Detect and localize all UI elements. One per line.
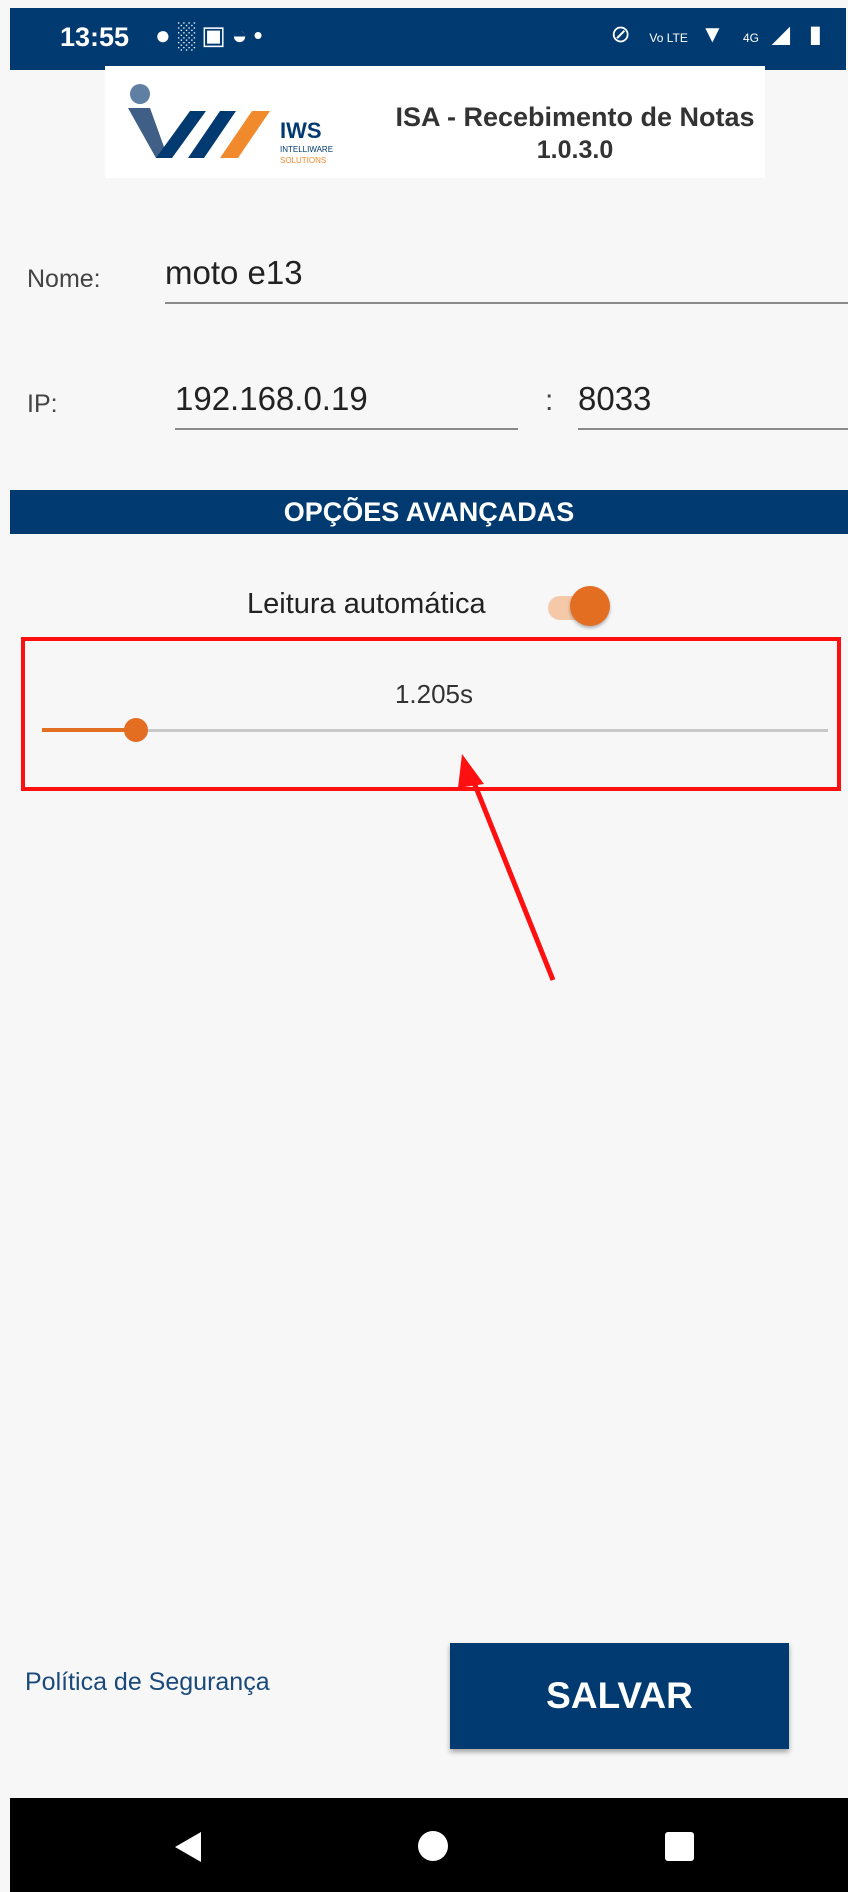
navigation-bar: [10, 1798, 848, 1892]
status-bar: 13:55 ●░▣◒• ⊘ Vo LTE ▼ 4G ◢ ▮: [10, 8, 846, 70]
port-field[interactable]: 8033: [578, 380, 848, 430]
dot-icon: •: [253, 20, 269, 50]
logo-text: IWS: [280, 118, 322, 143]
slider-value: 1.205s: [394, 679, 474, 709]
volte-icon: Vo LTE: [649, 31, 688, 45]
auto-read-label: Leitura automática: [247, 588, 486, 620]
app-version: 1.0.3.0: [536, 136, 614, 164]
name-field[interactable]: moto e13: [165, 254, 848, 304]
slider-fill: [42, 728, 136, 732]
signal-unknown-icon: ░: [176, 20, 202, 50]
port-separator: :: [545, 384, 554, 417]
logo-subtext-2: SOLUTIONS: [280, 156, 326, 165]
mute-icon: ⊘: [610, 21, 637, 48]
ip-label: IP:: [27, 390, 58, 418]
name-label: Nome:: [27, 265, 101, 293]
toggle-thumb: [570, 586, 610, 626]
speedometer-icon: ◒: [231, 20, 254, 50]
cell-signal-icon: ◢: [771, 21, 797, 48]
status-icons-right: ⊘ Vo LTE ▼ 4G ◢ ▮: [611, 20, 828, 49]
auto-read-toggle[interactable]: [548, 586, 612, 628]
home-icon[interactable]: [418, 1831, 448, 1861]
ip-field[interactable]: 192.168.0.19: [175, 380, 518, 430]
app-title: ISA - Recebimento de Notas: [395, 102, 755, 132]
advanced-options-header: OPÇÕES AVANÇADAS: [10, 490, 848, 534]
save-button[interactable]: SALVAR: [450, 1643, 789, 1749]
logo-subtext-1: INTELLIWARE: [280, 145, 333, 154]
auto-read-delay-slider[interactable]: [42, 714, 828, 748]
status-icons-left: ●░▣◒•: [155, 20, 269, 51]
slider-track: [42, 729, 828, 732]
security-policy-link[interactable]: Política de Segurança: [25, 1668, 270, 1697]
status-time: 13:55: [60, 22, 130, 52]
recent-apps-icon[interactable]: [665, 1832, 694, 1861]
slider-thumb[interactable]: [124, 718, 148, 742]
wifi-icon: ▼: [700, 21, 731, 48]
iws-logo: IWS INTELLIWARE SOLUTIONS: [128, 84, 333, 165]
app-header: IWS INTELLIWARE SOLUTIONS ISA - Recebime…: [105, 66, 765, 178]
screen-share-icon: ▣: [201, 20, 232, 50]
battery-icon: ▮: [808, 21, 828, 48]
back-icon[interactable]: [175, 1832, 201, 1862]
annotation-arrow: [458, 754, 556, 981]
4g-icon: 4G: [742, 31, 759, 45]
app-screen: 13:55 ●░▣◒• ⊘ Vo LTE ▼ 4G ◢ ▮ IWS INTELL…: [0, 0, 848, 1892]
chat-icon: ●: [155, 20, 177, 50]
